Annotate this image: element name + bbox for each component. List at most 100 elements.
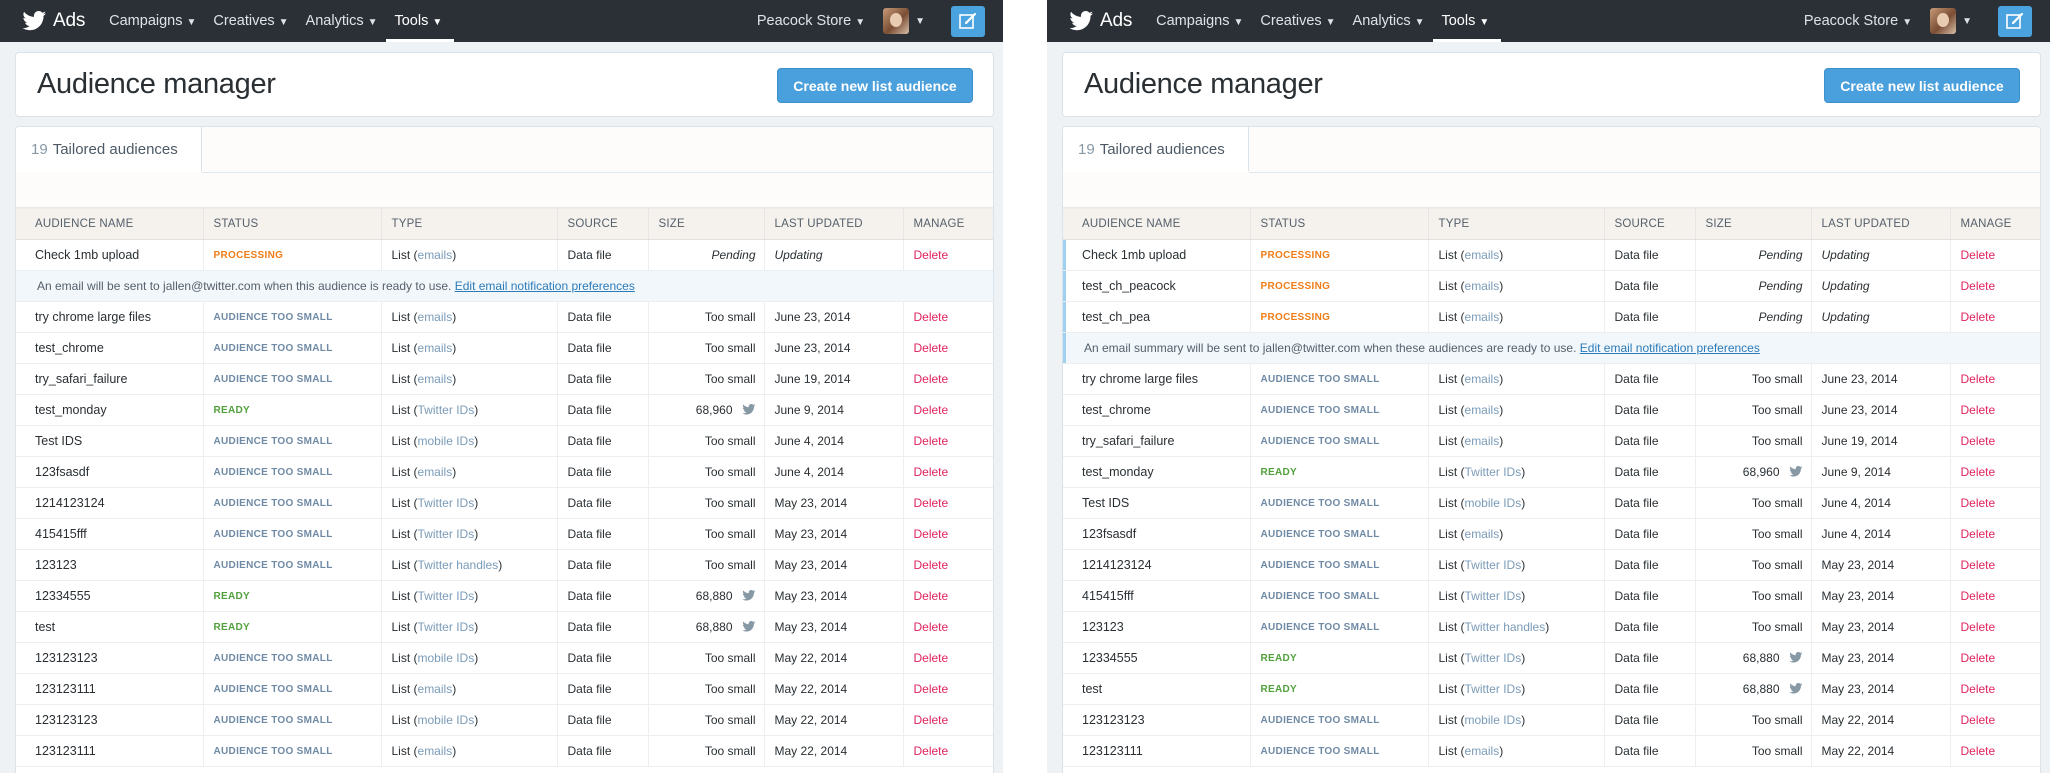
audience-name[interactable]: 123123123 bbox=[16, 642, 203, 674]
account-switcher[interactable]: Peacock Store ▼ bbox=[757, 13, 865, 29]
column-header-source[interactable]: SOURCE bbox=[1603, 208, 1695, 240]
delete-link[interactable]: Delete bbox=[914, 434, 949, 448]
audience-name[interactable]: test_ch_pea bbox=[1063, 301, 1250, 333]
table-row[interactable]: 123fsasdf AUDIENCE TOO SMALL List (emails)… bbox=[16, 456, 993, 488]
table-row[interactable]: 123123111 AUDIENCE TOO SMALL List (emails)… bbox=[16, 673, 993, 705]
table-row[interactable]: 1214123124 AUDIENCE TOO SMALL List (Twitte… bbox=[16, 487, 993, 519]
table-row[interactable]: 123123123 AUDIENCE TOO SMALL List (mobile … bbox=[1063, 704, 2040, 736]
column-header-status[interactable]: STATUS bbox=[202, 208, 381, 240]
table-row[interactable]: Check 1mb upload PROCESSING List (emails) D… bbox=[16, 239, 993, 271]
nav-campaigns[interactable]: Campaigns ▼ bbox=[1156, 0, 1255, 42]
column-header-name[interactable]: AUDIENCE NAME bbox=[1063, 208, 1250, 240]
delete-link[interactable]: Delete bbox=[1961, 248, 1996, 262]
column-header-size[interactable]: SIZE bbox=[647, 208, 764, 240]
tab-tailored-audiences[interactable]: 19 Tailored audiences bbox=[1063, 127, 1249, 172]
audience-name[interactable]: 123fsasdf bbox=[16, 456, 203, 488]
audience-name[interactable]: test_chrome bbox=[16, 332, 203, 364]
audience-name[interactable]: test bbox=[16, 611, 203, 643]
delete-link[interactable]: Delete bbox=[1961, 744, 1996, 758]
audience-name[interactable]: 123123111 bbox=[1063, 735, 1250, 767]
audience-name[interactable]: try_safari_failure bbox=[16, 363, 203, 395]
table-row[interactable]: 123123111 AUDIENCE TOO SMALL List (emails)… bbox=[16, 735, 993, 767]
table-row[interactable]: try_safari_failure AUDIENCE TOO SMALL List… bbox=[16, 363, 993, 395]
edit-email-preferences-link[interactable]: Edit email notification preferences bbox=[1580, 341, 1760, 355]
table-row[interactable]: 12334555 READY List (Twitter IDs) Data file… bbox=[1063, 642, 2040, 674]
table-row[interactable]: try chrome large files AUDIENCE TOO SMALL… bbox=[16, 301, 993, 333]
table-row[interactable]: 123fsasdf AUDIENCE TOO SMALL List (emails)… bbox=[1063, 518, 2040, 550]
audience-name[interactable]: test bbox=[1063, 673, 1250, 705]
table-row[interactable]: 415415fff AUDIENCE TOO SMALL List (Twitter… bbox=[16, 518, 993, 550]
table-row[interactable]: Check 1mb upload PROCESSING List (emails) D… bbox=[1063, 239, 2040, 271]
audience-name[interactable]: 12334555 bbox=[16, 580, 203, 612]
table-row[interactable]: test READY List (Twitter IDs) Data file 68,8… bbox=[16, 611, 993, 643]
compose-button[interactable] bbox=[1998, 5, 2032, 37]
table-row[interactable]: test_ch_peacock PROCESSING List (emails) Da… bbox=[1063, 270, 2040, 302]
brand[interactable]: Ads bbox=[22, 10, 85, 32]
audience-name[interactable]: 123123111 bbox=[16, 735, 203, 767]
create-list-audience-button[interactable]: Create new list audience bbox=[1824, 68, 2020, 103]
delete-link[interactable]: Delete bbox=[914, 310, 949, 324]
table-row[interactable]: 123123111 AUDIENCE TOO SMALL List (emails)… bbox=[1063, 735, 2040, 767]
audience-name[interactable]: 1214123124 bbox=[1063, 549, 1250, 581]
nav-creatives[interactable]: Creatives ▼ bbox=[1260, 0, 1347, 42]
delete-link[interactable]: Delete bbox=[914, 651, 949, 665]
audience-name[interactable]: 123123123 bbox=[16, 704, 203, 736]
account-switcher[interactable]: Peacock Store ▼ bbox=[1804, 13, 1912, 29]
table-row[interactable]: test_ch_pea PROCESSING List (emails) Data f… bbox=[1063, 301, 2040, 333]
audience-name[interactable]: test_monday bbox=[1063, 456, 1250, 488]
column-header-type[interactable]: TYPE bbox=[380, 208, 557, 240]
table-row[interactable]: test_chrome AUDIENCE TOO SMALL List (email… bbox=[1063, 394, 2040, 426]
delete-link[interactable]: Delete bbox=[914, 248, 949, 262]
table-row[interactable]: 123123 AUDIENCE TOO SMALL List (Twitter ha… bbox=[1063, 611, 2040, 643]
delete-link[interactable]: Delete bbox=[914, 527, 949, 541]
delete-link[interactable]: Delete bbox=[914, 496, 949, 510]
user-menu[interactable]: ▼ bbox=[1930, 8, 1972, 34]
nav-analytics[interactable]: Analytics ▼ bbox=[306, 0, 390, 42]
delete-link[interactable]: Delete bbox=[1961, 713, 1996, 727]
delete-link[interactable]: Delete bbox=[914, 372, 949, 386]
audience-name[interactable]: Check 1mb upload bbox=[16, 239, 203, 271]
table-row[interactable]: 1214123124 AUDIENCE TOO SMALL List (Twitte… bbox=[1063, 549, 2040, 581]
user-menu[interactable]: ▼ bbox=[883, 8, 925, 34]
delete-link[interactable]: Delete bbox=[1961, 589, 1996, 603]
nav-analytics[interactable]: Analytics ▼ bbox=[1353, 0, 1437, 42]
delete-link[interactable]: Delete bbox=[1961, 372, 1996, 386]
tab-tailored-audiences[interactable]: 19 Tailored audiences bbox=[16, 127, 202, 172]
column-header-last-updated[interactable]: LAST UPDATED bbox=[763, 208, 903, 240]
audience-name[interactable]: 1214123124 bbox=[16, 487, 203, 519]
table-row[interactable]: try chrome large files AUDIENCE TOO SMALL… bbox=[1063, 363, 2040, 395]
table-row[interactable]: test_monday READY List (Twitter IDs) Data f… bbox=[1063, 456, 2040, 488]
delete-link[interactable]: Delete bbox=[914, 620, 949, 634]
audience-name[interactable]: test_chrome bbox=[1063, 394, 1250, 426]
nav-tools[interactable]: Tools ▼ bbox=[386, 0, 455, 42]
delete-link[interactable]: Delete bbox=[914, 465, 949, 479]
table-row[interactable]: Test IDS AUDIENCE TOO SMALL List (mobile I… bbox=[16, 425, 993, 457]
audience-name[interactable]: Check 1mb upload bbox=[1063, 239, 1250, 271]
column-header-status[interactable]: STATUS bbox=[1249, 208, 1428, 240]
edit-email-preferences-link[interactable]: Edit email notification preferences bbox=[455, 279, 635, 293]
nav-tools[interactable]: Tools ▼ bbox=[1433, 0, 1502, 42]
brand[interactable]: Ads bbox=[1069, 10, 1132, 32]
audience-name[interactable]: 123123111 bbox=[16, 673, 203, 705]
audience-name[interactable]: Test IDS bbox=[16, 425, 203, 457]
create-list-audience-button[interactable]: Create new list audience bbox=[777, 68, 973, 103]
delete-link[interactable]: Delete bbox=[1961, 682, 1996, 696]
delete-link[interactable]: Delete bbox=[914, 341, 949, 355]
nav-campaigns[interactable]: Campaigns ▼ bbox=[109, 0, 208, 42]
delete-link[interactable]: Delete bbox=[1961, 496, 1996, 510]
audience-name[interactable]: 123123123 bbox=[1063, 704, 1250, 736]
delete-link[interactable]: Delete bbox=[1961, 527, 1996, 541]
delete-link[interactable]: Delete bbox=[1961, 651, 1996, 665]
delete-link[interactable]: Delete bbox=[1961, 465, 1996, 479]
delete-link[interactable]: Delete bbox=[914, 713, 949, 727]
delete-link[interactable]: Delete bbox=[914, 682, 949, 696]
table-row[interactable]: 415415fff AUDIENCE TOO SMALL List (Twitter… bbox=[1063, 580, 2040, 612]
table-row[interactable]: 123123 AUDIENCE TOO SMALL List (Twitter ha… bbox=[16, 549, 993, 581]
delete-link[interactable]: Delete bbox=[1961, 434, 1996, 448]
table-row[interactable]: 123123123 AUDIENCE TOO SMALL List (mobile … bbox=[16, 642, 993, 674]
audience-name[interactable]: 415415fff bbox=[1063, 580, 1250, 612]
delete-link[interactable]: Delete bbox=[914, 403, 949, 417]
table-row[interactable]: test READY List (Twitter IDs) Data file 68,8… bbox=[1063, 673, 2040, 705]
column-header-last-updated[interactable]: LAST UPDATED bbox=[1810, 208, 1950, 240]
delete-link[interactable]: Delete bbox=[1961, 403, 1996, 417]
